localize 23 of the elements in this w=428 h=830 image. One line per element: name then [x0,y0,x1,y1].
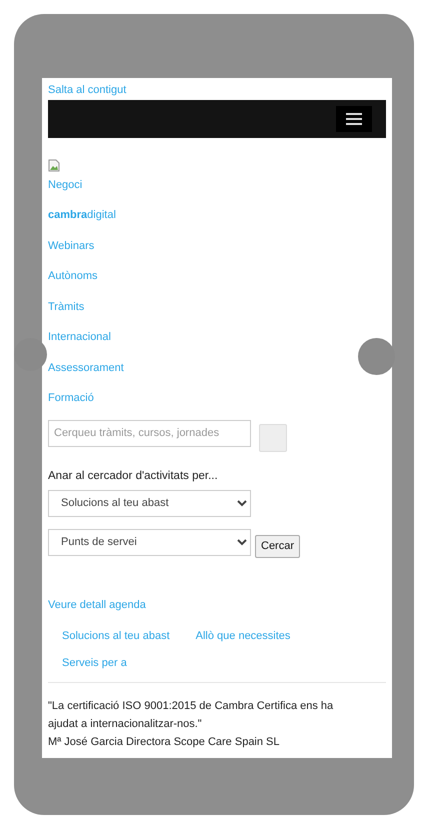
skip-link[interactable]: Salta al contigut [48,83,126,97]
agenda-link[interactable]: Veure detall agenda [48,598,146,612]
testimonial-author: Mª José Garcia Directora Scope Care Spain SL [48,735,281,750]
nav-link[interactable]: Internacional [48,330,111,344]
broken-image-icon [48,158,60,172]
testimonial-quote: "La certificació ISO 9001:2015 de Cambra Certifica ens ha ajudat a internacionalitzar-nos." [48,699,334,732]
nav-link[interactable]: Assessorament [48,360,124,374]
search-button[interactable]: Cercar [255,534,300,558]
nav-link[interactable]: Autònoms [48,269,98,283]
nav-link[interactable]: Formació [48,391,94,405]
menu-button[interactable] [336,106,372,132]
tab-link[interactable]: Solucions al teu abast [62,629,170,644]
finder-label: Anar al cercador d'activitats per... [48,468,219,484]
solutions-dropdown[interactable]: Solucions al teu abast [48,490,251,517]
menu-icon [346,112,362,124]
tab-link[interactable]: Serveis per a [62,656,127,670]
nav-link[interactable]: Tràmits [48,300,84,314]
nav-link[interactable]: Webinars [48,238,94,252]
search-field[interactable]: Cerqueu tràmits, cursos, jornades [48,420,251,446]
tab-link[interactable]: Allò que necessites [196,629,290,644]
service-points-dropdown[interactable]: Punts de servei [48,528,251,556]
nav-link[interactable]: cambradigital [48,208,116,222]
nav-link[interactable]: Negoci [48,178,82,192]
